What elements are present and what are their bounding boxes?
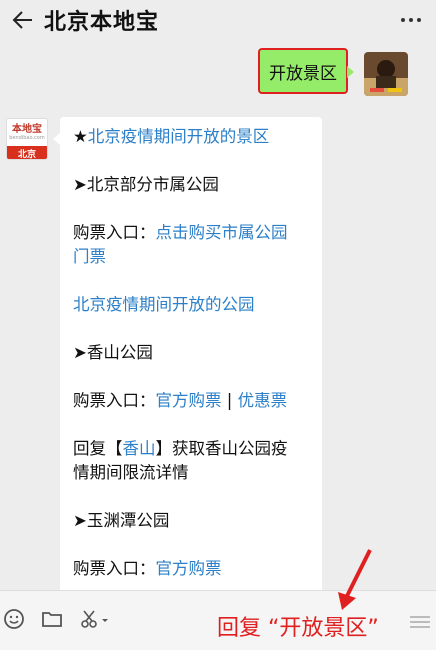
folder-icon[interactable] [38, 605, 66, 633]
emoji-icon[interactable] [0, 605, 28, 633]
reply-caption: 回复 “开放景区” [217, 616, 379, 641]
menu-icon[interactable] [410, 616, 430, 630]
official-account-avatar[interactable]: 本地宝 bendibao.com 北京 [6, 118, 48, 160]
outgoing-bubble-tail [347, 66, 354, 78]
avatar-logo-text: 本地宝 [12, 124, 42, 135]
back-arrow-icon[interactable] [10, 7, 36, 33]
incoming-bubble-tail [53, 133, 60, 145]
more-dots-icon[interactable] [398, 10, 424, 30]
avatar-url-text: bendibao.com [9, 135, 45, 141]
link-buy-city-park-tickets-cont[interactable]: 门票 [73, 247, 106, 266]
avatar-city-text: 北京 [7, 146, 47, 159]
link-buy-city-park-tickets[interactable]: 点击购买市属公园 [156, 223, 288, 242]
red-arrow-annotation [338, 549, 372, 610]
link-xiangshan-discount-tickets[interactable]: 优惠票 [238, 391, 288, 410]
paragraph-yuyuantan-tickets: 购票入口：官方购票 [73, 559, 222, 578]
paragraph-city-parks-tickets: 购票入口：点击购买市属公园 门票 [73, 223, 288, 266]
chat-header: 北京本地宝 [0, 0, 436, 44]
chat-title: 北京本地宝 [44, 10, 160, 35]
link-open-scenic-spots[interactable]: 北京疫情期间开放的景区 [88, 127, 270, 146]
paragraph-xiangshan-tickets: 购票入口：官方购票 | 优惠票 [73, 391, 288, 410]
outgoing-message[interactable]: 开放景区 [258, 48, 348, 94]
paragraph-open-parks: 北京疫情期间开放的公园 [73, 293, 312, 317]
link-xiangshan-official-tickets[interactable]: 官方购票 [156, 391, 222, 410]
scissors-icon[interactable] [78, 605, 112, 633]
link-xiangshan-keyword[interactable]: 香山 [123, 439, 156, 458]
incoming-message: ★北京疫情期间开放的景区 ➤北京部分市属公园 购票入口：点击购买市属公园 门票 … [60, 117, 322, 607]
link-yuyuantan-official-tickets[interactable]: 官方购票 [156, 559, 222, 578]
user-avatar[interactable] [364, 52, 408, 96]
paragraph-xiangshan-reply: 回复【香山】获取香山公园疫 情期间限流详情 [73, 439, 288, 482]
paragraph-xiangshan: ➤香山公园 [73, 343, 153, 362]
link-open-parks[interactable]: 北京疫情期间开放的公园 [73, 295, 255, 314]
paragraph-city-parks: ➤北京部分市属公园 [73, 175, 219, 194]
paragraph-scenic-spots: ★北京疫情期间开放的景区 [73, 127, 270, 146]
paragraph-yuyuantan: ➤玉渊潭公园 [73, 511, 170, 530]
